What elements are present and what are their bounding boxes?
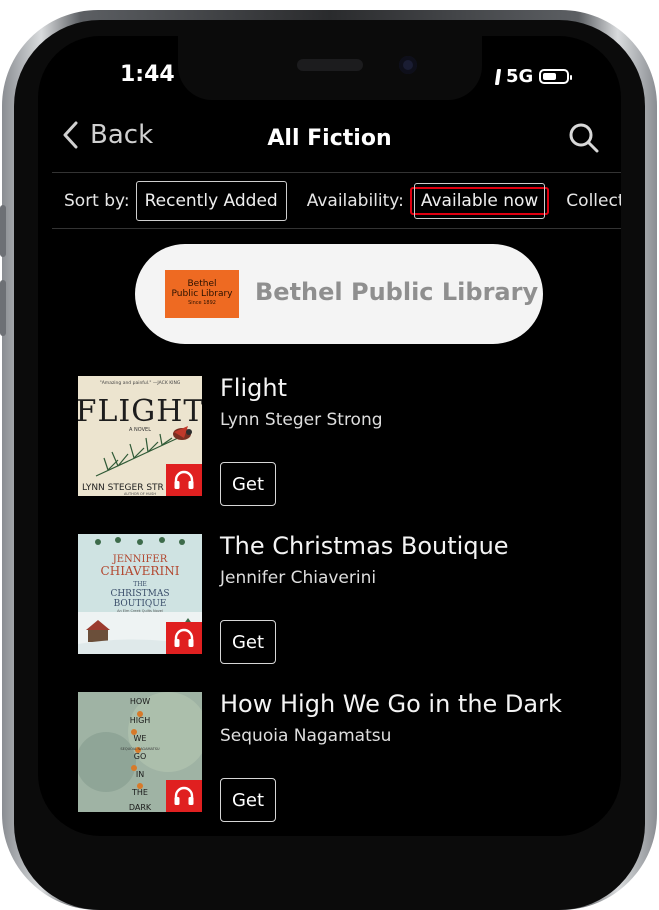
- svg-text:AUTHOR OF HUSH: AUTHOR OF HUSH: [124, 492, 156, 496]
- search-icon: [569, 123, 599, 153]
- svg-text:HIGH: HIGH: [130, 716, 151, 725]
- battery-icon: [539, 69, 573, 84]
- svg-text:BOUTIQUE: BOUTIQUE: [114, 599, 167, 609]
- get-button[interactable]: Get: [220, 462, 276, 506]
- headphones-icon: [174, 628, 194, 647]
- divider: [52, 228, 621, 229]
- svg-text:CHIAVERINI: CHIAVERINI: [101, 564, 180, 578]
- book-author[interactable]: Sequoia Nagamatsu: [220, 726, 391, 746]
- notch: [178, 36, 482, 100]
- page-title: All Fiction: [267, 126, 392, 151]
- book-list-item[interactable]: JENNIFER CHIAVERINI THE CHRISTMAS BOUTIQ…: [78, 532, 598, 684]
- phone-screen: 1:44 5G Back All Fiction Sort by: Recent…: [38, 36, 621, 836]
- svg-text:GO: GO: [134, 752, 147, 761]
- svg-text:WE: WE: [134, 734, 147, 743]
- svg-text:THE: THE: [131, 788, 148, 797]
- divider: [52, 172, 621, 173]
- availability-highlight: Available now: [409, 183, 550, 219]
- availability-dropdown[interactable]: Available now: [413, 183, 546, 219]
- book-title[interactable]: The Christmas Boutique: [220, 532, 509, 560]
- network-type: 5G: [506, 66, 534, 87]
- book-list-item[interactable]: "Amazing and painful." —JACK KING FLIGHT…: [78, 374, 598, 526]
- status-indicators: 5G: [494, 66, 573, 87]
- svg-text:An Elm Creek Quilts Novel: An Elm Creek Quilts Novel: [117, 609, 163, 613]
- book-author[interactable]: Jennifer Chiaverini: [220, 568, 376, 588]
- headphones-icon: [174, 786, 194, 805]
- svg-text:DARK: DARK: [129, 803, 152, 812]
- status-time: 1:44: [120, 62, 175, 87]
- volume-up-button: [0, 205, 6, 257]
- book-cover[interactable]: JENNIFER CHIAVERINI THE CHRISTMAS BOUTIQ…: [78, 534, 202, 654]
- sort-label: Sort by:: [64, 191, 130, 211]
- get-button[interactable]: Get: [220, 620, 276, 664]
- audiobook-badge: [166, 622, 202, 654]
- library-name: Bethel Public Library: [255, 278, 539, 306]
- svg-text:SEQUOIA NAGAMATSU: SEQUOIA NAGAMATSU: [120, 747, 160, 751]
- svg-text:CHRISTMAS: CHRISTMAS: [110, 589, 169, 599]
- navigation-bar: Back All Fiction: [38, 116, 621, 162]
- volume-down-button: [0, 280, 6, 336]
- availability-label: Availability:: [306, 191, 404, 211]
- search-button[interactable]: [568, 122, 600, 158]
- signal-icon: [494, 68, 502, 85]
- front-camera: [399, 56, 417, 74]
- filter-bar: Sort by: Recently Added Availability: Av…: [64, 180, 621, 222]
- book-author[interactable]: Lynn Steger Strong: [220, 410, 383, 430]
- book-title[interactable]: How High We Go in the Dark: [220, 690, 562, 718]
- svg-text:THE: THE: [133, 581, 147, 588]
- svg-text:IN: IN: [136, 770, 144, 779]
- book-title[interactable]: Flight: [220, 374, 287, 402]
- library-logo: Bethel Public Library Since 1892: [165, 270, 239, 318]
- svg-text:FLIGHT: FLIGHT: [78, 394, 202, 429]
- get-button[interactable]: Get: [220, 778, 276, 822]
- book-cover[interactable]: HOW HIGH WE GO IN THE DARK SEQUOIA NAGAM…: [78, 692, 202, 812]
- headphones-icon: [174, 470, 194, 489]
- audiobook-badge: [166, 780, 202, 812]
- svg-text:"Amazing and painful." —JACK K: "Amazing and painful." —JACK KING: [100, 380, 181, 386]
- sort-dropdown[interactable]: Recently Added: [135, 181, 287, 221]
- book-list-item[interactable]: HOW HIGH WE GO IN THE DARK SEQUOIA NAGAM…: [78, 690, 598, 836]
- svg-text:HOW: HOW: [130, 697, 150, 706]
- audiobook-badge: [166, 464, 202, 496]
- battery-level: [543, 73, 556, 80]
- earpiece-speaker: [297, 59, 363, 71]
- library-banner[interactable]: Bethel Public Library Since 1892 Bethel …: [135, 244, 543, 344]
- book-cover[interactable]: "Amazing and painful." —JACK KING FLIGHT…: [78, 376, 202, 496]
- collection-filter[interactable]: Collection: [566, 191, 621, 211]
- svg-text:A NOVEL: A NOVEL: [129, 427, 151, 433]
